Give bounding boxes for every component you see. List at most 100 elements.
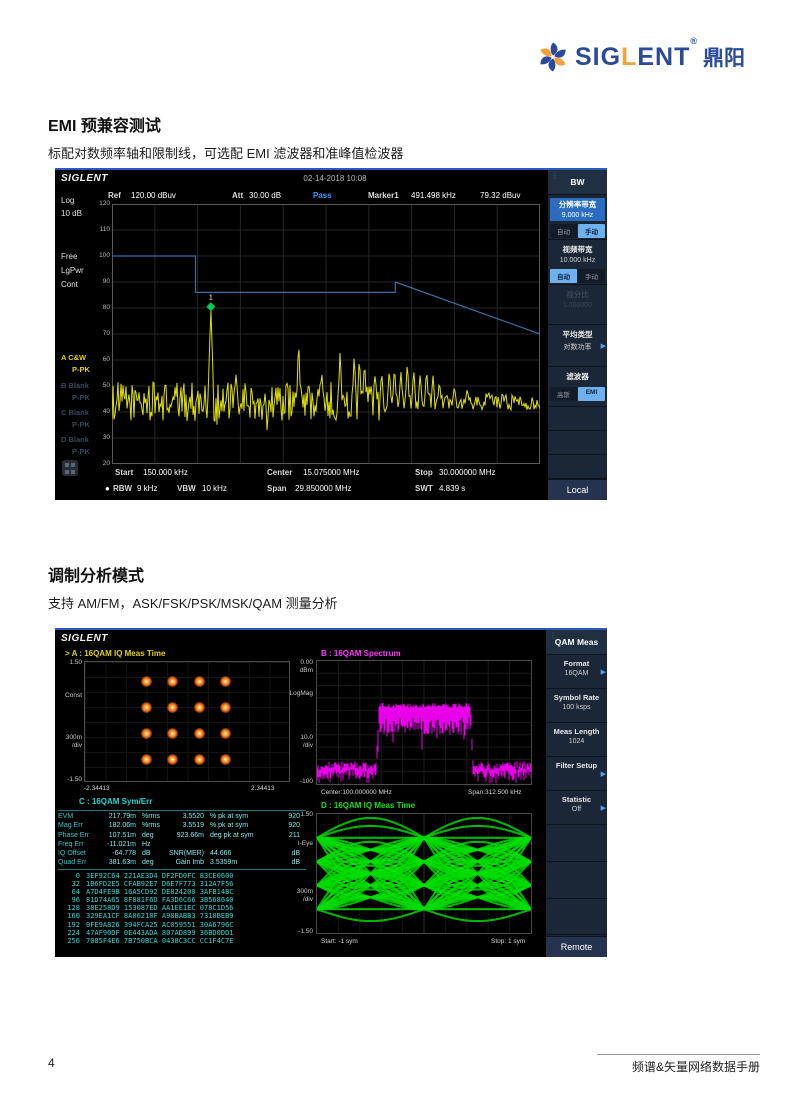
panel-d-xright: Stop: 1 sym: [491, 938, 526, 945]
panel-d-xleft: Start: -1 sym: [321, 938, 358, 945]
bw-menu-item-0[interactable]: 分辨率带宽 9.000 kHz 自动 手动: [548, 195, 607, 240]
submenu-arrow-icon: ▶: [600, 804, 606, 812]
remote-button[interactable]: Remote: [546, 936, 607, 957]
screen-brand: SIGLENT: [61, 633, 108, 644]
trig-lgpwr: LgPwr: [61, 266, 84, 275]
bw-menu-item-1[interactable]: 视频带宽 10.000 kHz 自动 手动: [548, 240, 607, 285]
panel-b-trace: LogMag: [289, 690, 314, 697]
qam-menu-item-2[interactable]: Meas Length 1024: [546, 723, 607, 757]
section2-heading: 调制分析模式: [48, 568, 145, 585]
qam-menu-item-label: Format: [563, 659, 590, 668]
local-button[interactable]: Local: [548, 479, 607, 500]
hex-row: 256 7085F4E6 7B750BCA 0438C3CC CC1F4C7E: [67, 936, 234, 945]
start-value: 150.000 kHz: [143, 468, 188, 477]
hex-row: 96 81D74A65 8F881F6D FA3D6C66 3B568640: [71, 896, 234, 905]
bw-menu-item-label: 平均类型: [562, 330, 593, 339]
swt-label: SWT: [415, 484, 433, 493]
trace-A-label: A C&W P-PK: [61, 353, 90, 374]
logo-wordmark: SIGLENT®: [575, 35, 698, 71]
trig-cont: Cont: [61, 280, 78, 289]
symerr-row: Freq Err -11.021m Hz: [58, 840, 151, 848]
panel-b-yunit: dBm: [299, 667, 313, 674]
symerr-row: EVM 217.79m %rms 3.5520% pk at sym 920: [58, 813, 300, 820]
constellation-point: [140, 675, 152, 687]
y-tick-90: 90: [102, 278, 110, 285]
emi-screenshot: SIGLENT 02-14-2018 10:08 Ref 120.00 dBuv…: [55, 168, 607, 500]
symerr-table: EVM 217.79m %rms 3.5520% pk at sym 920 Mag Er…: [58, 810, 306, 868]
trace-B-label: B Blank P-PK: [61, 381, 90, 402]
bw-menu-item-toggle: 自动 手动: [550, 269, 605, 283]
footer-rule: [597, 1054, 760, 1055]
qam-menu-item-7: [546, 899, 607, 935]
section1-subtitle: 标配对数频率轴和限制线，可选配 EMI 滤波器和准峰值检波器: [48, 146, 404, 161]
trace-C-label: C Blank P-PK: [61, 408, 90, 429]
bw-menu-toggle-自动[interactable]: 自动: [550, 224, 577, 238]
spectrum-plot: [316, 660, 532, 785]
constellation-point: [167, 675, 179, 687]
qam-menu-item-4[interactable]: Statistic Off ▶: [546, 791, 607, 825]
hex-row: 0 3EF92C64 221AE3D4 DF2FD0FC 83CE0600: [75, 872, 234, 880]
qam-menu-item-label: Symbol Rate: [553, 693, 600, 702]
menu-handle-icon: ⋮: [549, 631, 557, 640]
bw-menu-item-7: [548, 455, 607, 479]
qam-menu-item-value: Off: [571, 806, 582, 813]
bw-menu-item-label: 分辨率带宽: [558, 200, 597, 209]
panel-a-scale: 300m: [65, 734, 82, 741]
bw-menu-toggle-手动[interactable]: 手动: [578, 269, 605, 283]
bw-menu-toggle-EMI[interactable]: EMI: [578, 387, 605, 401]
hex-row: 160 329EA1CF 8A06218F A98BABB3 7310BEB9: [67, 912, 234, 921]
log-label: Log: [61, 196, 75, 205]
constellation-point: [140, 701, 152, 713]
panel-d-ybottom: -1.50: [298, 928, 313, 935]
panel-a-scale-unit: /div: [71, 742, 82, 749]
panel-a-title: > A : 16QAM IQ Meas Time: [65, 649, 166, 658]
panel-d-title: D : 16QAM IQ Meas Time: [321, 801, 416, 810]
constellation-point: [220, 754, 232, 766]
rbw-value: 9 kHz: [137, 484, 158, 493]
y-tick-20: 20: [102, 460, 110, 467]
hex-row: 64 A7D4FE9B 16A5CD92 DE824200 3AFB14BC: [71, 888, 234, 897]
trace-D-label: D Blank P-PK: [61, 435, 90, 456]
bw-menu-item-value: 9.000 kHz: [561, 212, 594, 219]
symerr-row: Quad Err 381.63m deg Gain Imb 3.5359m dB: [58, 859, 300, 867]
y-tick-110: 110: [99, 226, 110, 233]
keypad-icon[interactable]: [62, 460, 78, 476]
footer-doc-title: 频谱&矢量网络数据手册: [631, 1060, 760, 1074]
bw-menu-toggle-高斯[interactable]: 高斯: [550, 387, 577, 401]
bw-menu-toggle-手动[interactable]: 手动: [578, 224, 605, 238]
eye-diagram-plot: [316, 813, 532, 934]
constellation-plot: [84, 661, 290, 782]
vbw-label: VBW: [177, 484, 196, 493]
bw-menu-item-label: 滤波器: [566, 372, 589, 381]
hex-row: 32 1B6FD2E5 CFAB92E7 D6E7F773 312A7F56: [71, 880, 234, 889]
stop-label: Stop: [415, 468, 433, 477]
submenu-arrow-icon: ▶: [600, 770, 606, 778]
qam-menu-item-1[interactable]: Symbol Rate 100 ksps: [546, 689, 607, 723]
panel-a-xleft: -2.34413: [84, 785, 110, 792]
constellation-point: [193, 727, 205, 739]
submenu-arrow-icon: ▶: [600, 342, 606, 350]
bw-menu-item-3[interactable]: 平均类型 对数功率 ▶: [548, 325, 607, 367]
bw-menu-item-4[interactable]: 滤波器高斯 EMI: [548, 367, 607, 407]
rbw-label: RBW: [113, 484, 133, 493]
y-tick-60: 60: [102, 356, 110, 363]
qam-menu-item-3[interactable]: Filter Setup ▶: [546, 757, 607, 791]
qam-menu-item-0[interactable]: Format 16QAM ▶: [546, 655, 607, 689]
menu-handle-icon: ⋮: [551, 171, 559, 180]
datasheet-page: SIGLENT® 鼎阳 EMI 预兼容测试 标配对数频率轴和限制线，可选配 EM…: [0, 0, 790, 1118]
symerr-row: IQ Offset -64.778 dB SNR(MER) 44.666 dB: [58, 850, 300, 858]
bw-menu-item-6: [548, 431, 607, 455]
bw-menu-item-value: 10.000 kHz: [559, 257, 596, 264]
constellation-point: [220, 675, 232, 687]
ref-label: Ref: [108, 191, 121, 200]
bw-menu-title: ⋮ BW: [548, 170, 607, 195]
y-tick-80: 80: [102, 304, 110, 311]
panel-a-ybottom: -1.50: [67, 776, 82, 783]
bw-menu-item-2[interactable]: 视分比 1.000000: [548, 285, 607, 325]
bw-menu-toggle-自动[interactable]: 自动: [550, 269, 577, 283]
constellation-point: [140, 754, 152, 766]
registered-mark: ®: [690, 35, 698, 46]
qam-menu-title: ⋮ QAM Meas: [546, 630, 607, 655]
y-tick-50: 50: [102, 382, 110, 389]
qam-softkey-menu: ⋮ QAM Meas Format 16QAM ▶ Symbol Rate 100 ks…: [546, 630, 607, 957]
